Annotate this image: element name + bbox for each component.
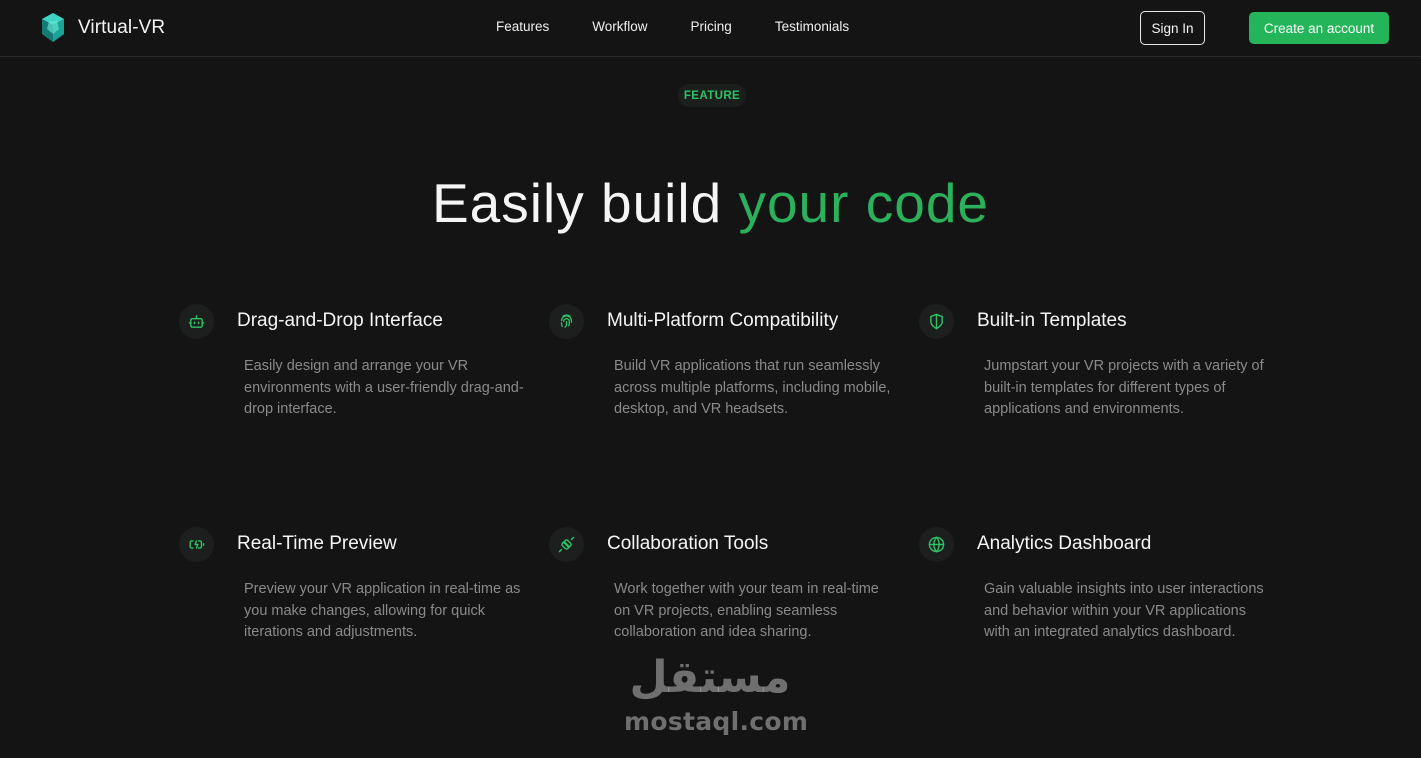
- plug-icon: [558, 536, 575, 553]
- vr-gem-logo-icon: [42, 13, 64, 42]
- feature-title: Analytics Dashboard: [977, 533, 1152, 554]
- feature-title: Multi-Platform Compatibility: [607, 310, 839, 331]
- feature-icon-badge: [179, 527, 214, 562]
- mostaql-watermark: مستقل mostaql.com: [622, 652, 808, 747]
- globe-icon: [928, 536, 945, 553]
- feature-icon-badge: [549, 527, 584, 562]
- feature-description: Easily design and arrange your VR enviro…: [244, 358, 524, 418]
- shield-icon: [930, 313, 943, 330]
- page: Virtual-VR Features Workflow Pricing Tes…: [0, 0, 1421, 758]
- feature-title: Collaboration Tools: [607, 533, 769, 554]
- watermark-latin-text: mostaql.com: [624, 707, 809, 736]
- nav-link-testimonials[interactable]: Testimonials: [775, 19, 849, 34]
- feature-icon-badge: [919, 527, 954, 562]
- feature-description: Work together with your team in real-tim…: [614, 581, 879, 641]
- feature-description: Jumpstart your VR projects with a variet…: [984, 358, 1264, 418]
- create-account-button[interactable]: Create an account: [1249, 12, 1389, 44]
- feature-description: Gain valuable insights into user interac…: [984, 581, 1264, 641]
- hero-title-accent: your code: [738, 172, 990, 234]
- bot-icon: [188, 315, 205, 328]
- section-badge: FEATURE: [678, 84, 746, 107]
- feature-icon-badge: [179, 304, 214, 339]
- feature-title: Built-in Templates: [977, 310, 1127, 331]
- battery-charging-icon: [189, 540, 205, 549]
- nav-link-features[interactable]: Features: [496, 19, 549, 34]
- feature-icon-badge: [549, 304, 584, 339]
- main-nav: Features Workflow Pricing Testimonials: [496, 19, 849, 34]
- sign-in-button[interactable]: Sign In: [1140, 11, 1205, 45]
- nav-link-pricing[interactable]: Pricing: [691, 19, 732, 34]
- feature-description: Preview your VR application in real-time…: [244, 581, 521, 641]
- brand[interactable]: Virtual-VR: [40, 12, 165, 43]
- nav-link-workflow[interactable]: Workflow: [592, 19, 647, 34]
- fingerprint-icon: [560, 314, 573, 328]
- top-navbar: Virtual-VR Features Workflow Pricing Tes…: [0, 0, 1421, 57]
- feature-title: Real-Time Preview: [237, 533, 397, 554]
- feature-icon-badge: [919, 304, 954, 339]
- hero-title: Easily build your code: [0, 171, 1421, 235]
- hero-title-plain: Easily build: [431, 172, 739, 234]
- watermark-arabic-text: مستقل: [629, 652, 791, 703]
- feature-title: Drag-and-Drop Interface: [237, 310, 443, 331]
- brand-name: Virtual-VR: [78, 16, 166, 38]
- feature-description: Build VR applications that run seamlessl…: [614, 358, 891, 418]
